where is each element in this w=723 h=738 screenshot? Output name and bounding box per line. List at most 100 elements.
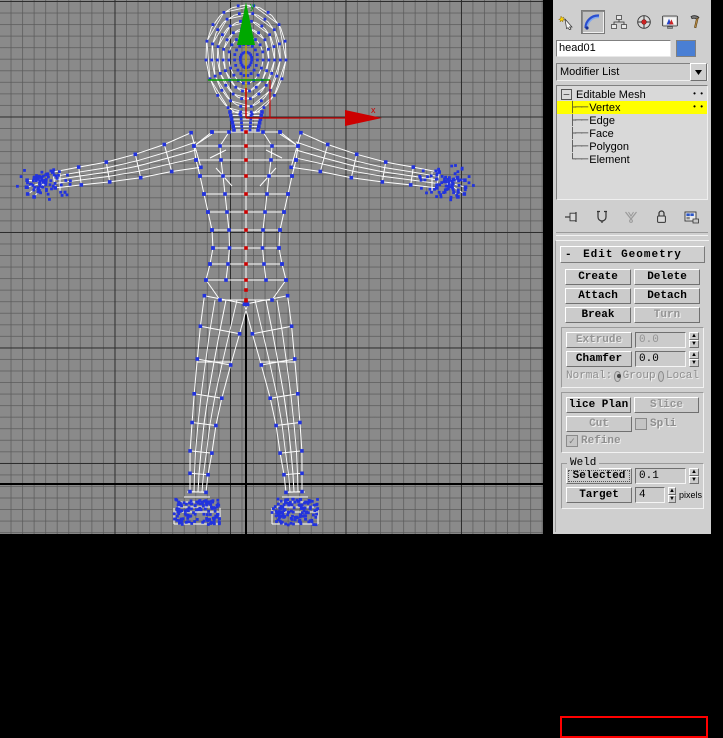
detach-button[interactable]: Detach	[634, 288, 700, 304]
motion-tab[interactable]	[632, 10, 657, 34]
normal-local-radio[interactable]	[658, 371, 664, 382]
normal-label: Normal:	[566, 370, 612, 382]
spinner-down-icon[interactable]: ▼	[689, 476, 699, 484]
normal-group-label: Group	[623, 370, 656, 382]
modifier-stack[interactable]: ─ Editable Mesh • • ├── Vertex • • ├── E…	[556, 85, 708, 200]
refine-label: Refine	[581, 435, 621, 447]
modifier-list-dropdown[interactable]: Modifier List	[556, 63, 708, 81]
modifier-list-label: Modifier List	[557, 66, 690, 78]
stack-subobject-polygon[interactable]: ├── Polygon	[557, 140, 707, 153]
make-unique-icon[interactable]	[624, 210, 638, 224]
stack-subobject-edge[interactable]: ├── Edge	[557, 114, 707, 127]
extrude-row: Extrude 0.0 ▲ ▼	[566, 332, 699, 348]
character-mesh[interactable]	[0, 0, 543, 534]
weld-target-button[interactable]: Target	[566, 487, 632, 503]
extrude-chamfer-group: Extrude 0.0 ▲ ▼ Chamfer 0.0 ▲ ▼	[561, 327, 704, 388]
stack-subobject-label: Vertex	[589, 102, 620, 114]
spinner-down-icon[interactable]: ▼	[668, 495, 676, 503]
button-row-create-delete: Create Delete	[565, 269, 700, 285]
pin-stack-icon[interactable]	[564, 210, 580, 224]
break-button[interactable]: Break	[565, 307, 631, 323]
stack-item-label: Editable Mesh	[576, 89, 646, 101]
tree-branch-icon: ├──	[569, 141, 587, 152]
extrude-spinner[interactable]: ▲ ▼	[689, 332, 699, 348]
slice-plane-button[interactable]: lice Plan	[566, 397, 631, 413]
cut-button: Cut	[566, 416, 632, 432]
rollout-collapse-glyph[interactable]: -	[565, 249, 572, 261]
object-name-input[interactable]: head01	[556, 40, 671, 57]
normal-radio-row: Normal: Group Local	[566, 370, 699, 382]
weld-selected-spinner[interactable]: ▲ ▼	[689, 468, 699, 484]
utilities-tab[interactable]	[683, 10, 708, 34]
tree-branch-icon: ├──	[569, 102, 587, 113]
button-row-attach-detach: Attach Detach	[565, 288, 700, 304]
show-end-result-icon[interactable]	[596, 210, 608, 224]
refine-checkbox[interactable]: ✓	[566, 435, 578, 447]
spinner-up-icon[interactable]: ▲	[689, 351, 699, 359]
hammer-icon	[687, 14, 705, 30]
chevron-down-icon[interactable]	[690, 63, 707, 81]
spinner-down-icon[interactable]: ▼	[689, 340, 699, 348]
rollout-header[interactable]: - Edit Geometry	[560, 246, 705, 263]
monitor-icon	[661, 14, 679, 30]
stack-subobject-vertex[interactable]: ├── Vertex • •	[557, 101, 707, 114]
stack-dots-decoration: • •	[693, 102, 704, 111]
attach-button[interactable]: Attach	[565, 288, 631, 304]
object-color-swatch[interactable]	[676, 40, 696, 57]
command-panel: head01 Modifier List ─ Editable Mesh • •…	[553, 0, 711, 534]
stack-subobject-label: Face	[589, 128, 613, 140]
slice-button: Slice	[634, 397, 699, 413]
spinner-up-icon[interactable]: ▲	[668, 487, 676, 495]
stack-subobject-element[interactable]: └── Element	[557, 153, 707, 166]
button-row-break-turn: Break Turn	[565, 307, 700, 323]
extrude-amount-input[interactable]: 0.0	[635, 332, 686, 348]
split-checkbox[interactable]	[635, 418, 647, 430]
weld-target-pixels-input[interactable]: 4	[635, 487, 665, 503]
collapse-toggle-icon[interactable]: ─	[561, 89, 572, 100]
spinner-down-icon[interactable]: ▼	[689, 359, 699, 367]
create-tab[interactable]	[555, 10, 580, 34]
weld-selected-threshold-input[interactable]: 0.1	[635, 468, 686, 484]
spinner-up-icon[interactable]: ▲	[689, 332, 699, 340]
configure-modifier-sets-icon[interactable]	[684, 210, 700, 224]
panel-divider	[543, 0, 553, 534]
weld-group-label: Weld	[567, 457, 599, 469]
edit-geometry-rollout: - Edit Geometry Create Delete Attach Det…	[555, 240, 709, 532]
spinner-up-icon[interactable]: ▲	[689, 468, 699, 476]
stack-subobject-label: Edge	[589, 115, 615, 127]
weld-selected-button[interactable]: Selected	[566, 468, 632, 484]
stack-dots-decoration: • •	[693, 89, 704, 98]
chamfer-row: Chamfer 0.0 ▲ ▼	[566, 351, 699, 367]
weld-highlight-annotation	[560, 716, 708, 738]
normal-group-radio[interactable]	[614, 371, 620, 382]
panel-divider-line	[556, 232, 708, 236]
hierarchy-tab[interactable]	[606, 10, 631, 34]
command-panel-tabs	[555, 10, 709, 32]
tree-branch-icon: └──	[569, 154, 587, 165]
chamfer-amount-input[interactable]: 0.0	[635, 351, 686, 367]
weld-target-row: Target 4 ▲ ▼ pixels	[566, 487, 699, 503]
chamfer-spinner[interactable]: ▲ ▼	[689, 351, 699, 367]
modify-tab[interactable]	[581, 10, 606, 34]
pixels-label: pixels	[679, 490, 702, 500]
stack-item-editable-mesh[interactable]: ─ Editable Mesh • •	[557, 88, 707, 101]
slice-row: lice Plan Slice	[566, 397, 699, 413]
weld-selected-row: Selected 0.1 ▲ ▼	[566, 468, 699, 484]
stack-tool-buttons	[556, 206, 708, 228]
motion-wheel-icon	[635, 14, 653, 30]
rainbow-arc-icon	[584, 14, 602, 30]
rollout-title: Edit Geometry	[561, 249, 704, 261]
delete-button[interactable]: Delete	[634, 269, 700, 285]
chamfer-button[interactable]: Chamfer	[566, 351, 632, 367]
viewport[interactable]: y x	[0, 0, 543, 534]
stack-subobject-label: Element	[589, 154, 629, 166]
stack-subobject-face[interactable]: ├── Face	[557, 127, 707, 140]
arrow-star-icon	[558, 14, 576, 30]
create-button[interactable]: Create	[565, 269, 631, 285]
edit-geometry-main-buttons: Create Delete Attach Detach Break Turn	[561, 267, 704, 323]
display-tab[interactable]	[658, 10, 683, 34]
remove-modifier-icon[interactable]	[655, 210, 668, 224]
split-label: Spli	[650, 418, 676, 430]
tree-branch-icon: ├──	[569, 128, 587, 139]
weld-target-spinner[interactable]: ▲ ▼	[668, 487, 676, 503]
